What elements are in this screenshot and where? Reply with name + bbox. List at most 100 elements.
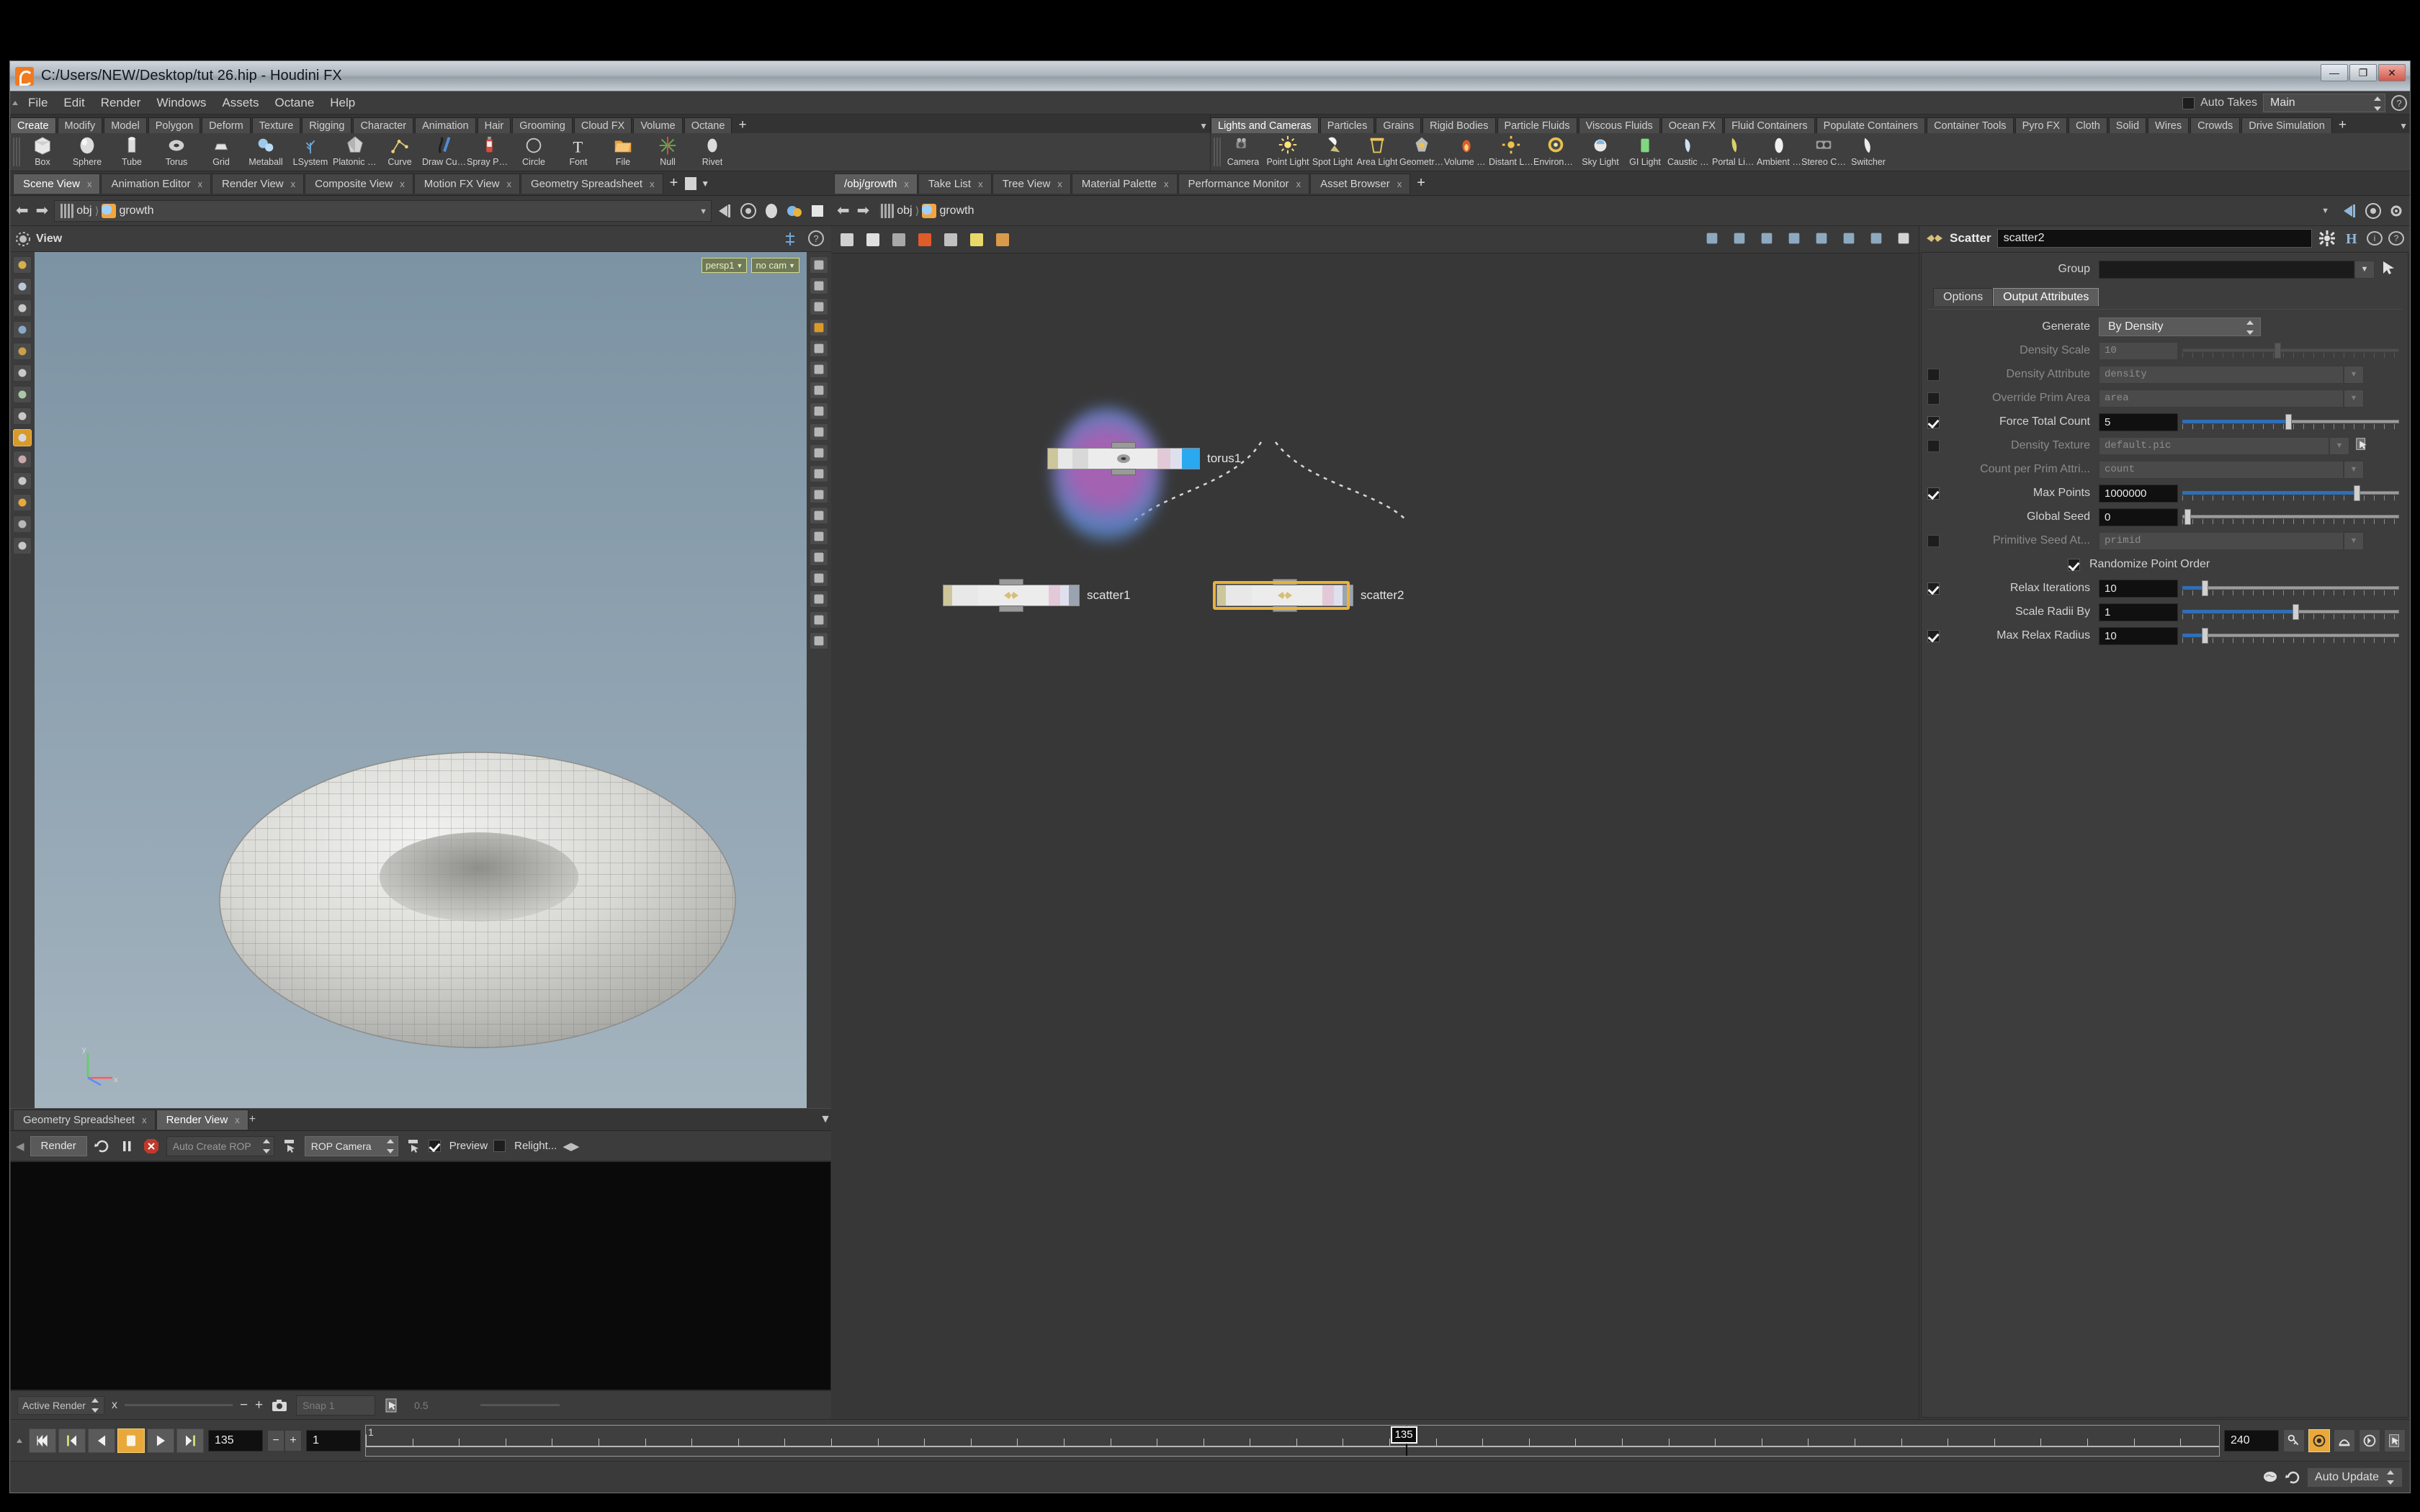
handle-tool-icon[interactable] bbox=[13, 278, 32, 295]
network-tree-icon[interactable] bbox=[838, 231, 856, 248]
measure-tool-icon[interactable] bbox=[13, 516, 32, 533]
tab-render-view[interactable]: Render View x bbox=[212, 173, 305, 194]
previous-keyframe-button[interactable] bbox=[58, 1428, 86, 1453]
group-field[interactable] bbox=[2099, 260, 2354, 279]
spinner-icon[interactable] bbox=[262, 1138, 271, 1153]
dropdown-densitytexture[interactable]: ▼ bbox=[2329, 436, 2349, 455]
slider-maxrelaxradius[interactable] bbox=[2182, 627, 2402, 645]
shelf-tab-character[interactable]: Character bbox=[353, 117, 414, 133]
shelf-item-curve[interactable]: Curve bbox=[377, 134, 422, 170]
edit-tool-icon[interactable] bbox=[13, 408, 32, 425]
group-dropdown-icon[interactable]: ▼ bbox=[2354, 260, 2375, 279]
view-tool-icon[interactable] bbox=[13, 300, 32, 317]
spinner-icon[interactable] bbox=[2386, 1470, 2395, 1485]
snap-top-icon[interactable] bbox=[1786, 230, 1803, 248]
tab-close-icon[interactable]: x bbox=[87, 179, 92, 189]
display-flag-icon[interactable] bbox=[762, 202, 781, 220]
current-frame-field[interactable]: 135 bbox=[208, 1429, 263, 1452]
render-button[interactable]: Render bbox=[30, 1135, 87, 1156]
shelf-item-caustic-light[interactable]: Caustic Light bbox=[1667, 134, 1712, 170]
file-browser-icon[interactable] bbox=[2354, 436, 2371, 456]
frame-decrement-button[interactable]: − bbox=[267, 1429, 284, 1452]
material-icon[interactable] bbox=[785, 202, 804, 220]
tab-asset-browser[interactable]: Asset Browser x bbox=[1310, 173, 1411, 194]
shelf-item-environmen[interactable]: Environmen... bbox=[1533, 134, 1578, 170]
sticky-note-icon[interactable] bbox=[968, 231, 985, 248]
tab-close-icon[interactable]: x bbox=[1397, 179, 1402, 189]
snap-left-icon[interactable] bbox=[1759, 230, 1776, 248]
camera-lock-icon[interactable] bbox=[810, 298, 828, 315]
jump-to-start-button[interactable] bbox=[29, 1428, 56, 1453]
auto-takes-checkbox[interactable] bbox=[2182, 96, 2195, 109]
checkbox-densityattrib[interactable] bbox=[1927, 368, 1940, 381]
maximize-button[interactable]: ❐ bbox=[2349, 64, 2377, 81]
scale-tool-icon[interactable] bbox=[13, 364, 32, 382]
menu-file[interactable]: File bbox=[20, 91, 55, 114]
dropdown-densityattrib[interactable]: ▼ bbox=[2344, 365, 2364, 384]
checkbox-primseedattrib[interactable] bbox=[1927, 534, 1940, 547]
shelf-tab-hair[interactable]: Hair bbox=[477, 117, 511, 133]
play-stop-button[interactable] bbox=[117, 1428, 145, 1453]
relight-checkbox[interactable] bbox=[493, 1140, 506, 1152]
relight-toggle[interactable]: Relight... bbox=[493, 1140, 557, 1152]
exposure-slider[interactable] bbox=[124, 1404, 233, 1406]
add-shelf-tab-button[interactable]: + bbox=[733, 117, 751, 133]
list-layout-icon[interactable] bbox=[864, 231, 882, 248]
menu-windows[interactable]: Windows bbox=[148, 91, 214, 114]
menu-generate[interactable]: By Density bbox=[2099, 318, 2261, 336]
lock-icon[interactable] bbox=[810, 277, 828, 294]
align-vertical-icon[interactable] bbox=[1704, 230, 1721, 248]
shelf-item-box[interactable]: Box bbox=[20, 134, 65, 170]
dropdown-primseedattrib[interactable]: ▼ bbox=[2344, 531, 2364, 550]
play-forward-button[interactable] bbox=[147, 1428, 174, 1453]
shelf-item-grid[interactable]: Grid bbox=[199, 134, 243, 170]
checkbox-randomizeorder[interactable] bbox=[2068, 558, 2080, 571]
node-scatter1[interactable]: scatter1 bbox=[943, 579, 1130, 612]
slider-handle[interactable] bbox=[2285, 413, 2293, 430]
render-view-canvas[interactable] bbox=[10, 1161, 831, 1390]
frame-increment-button[interactable]: + bbox=[284, 1429, 302, 1452]
tab-close-icon[interactable]: x bbox=[650, 179, 655, 189]
shelf-tab-particles[interactable]: Particles bbox=[1319, 117, 1375, 133]
slider-handle[interactable] bbox=[2202, 580, 2209, 596]
playhead-frame-label[interactable]: 135 bbox=[1390, 1426, 1417, 1444]
shelf-tab-crowds[interactable]: Crowds bbox=[2190, 117, 2241, 133]
checkbox-maxpoints[interactable] bbox=[1927, 487, 1940, 500]
timeline-ruler[interactable]: 1 135 bbox=[365, 1424, 2220, 1457]
forward-arrow-icon[interactable]: ➡ bbox=[856, 202, 871, 220]
slider-handle[interactable] bbox=[2292, 603, 2299, 620]
group-tool-icon[interactable] bbox=[13, 472, 32, 490]
tab-close-icon[interactable]: x bbox=[904, 179, 909, 189]
grid-icon[interactable] bbox=[1841, 230, 1858, 248]
snapshot-camera-icon[interactable] bbox=[270, 1396, 289, 1415]
update-mode-selector[interactable]: Auto Update bbox=[2307, 1467, 2403, 1488]
particle-icon[interactable] bbox=[810, 507, 828, 524]
color-palette-icon[interactable] bbox=[916, 231, 933, 248]
dropdown-overrideprimarea[interactable]: ▼ bbox=[2344, 389, 2364, 408]
grid-snap-icon[interactable] bbox=[1814, 230, 1831, 248]
active-render-selector[interactable]: Active Render bbox=[17, 1395, 104, 1415]
key-icon[interactable] bbox=[2283, 1428, 2305, 1452]
tab-close-icon[interactable]: x bbox=[142, 1115, 147, 1125]
shelf-tab-texture[interactable]: Texture bbox=[251, 117, 301, 133]
shelf-item-spray-paint[interactable]: Spray Paint bbox=[467, 134, 511, 170]
inline-randomizeorder-toggle[interactable]: Randomize Point Order bbox=[2068, 558, 2210, 571]
field-overrideprimarea[interactable]: area bbox=[2099, 389, 2344, 408]
network-pin-icon[interactable] bbox=[2341, 202, 2360, 220]
scroll-icon[interactable] bbox=[810, 632, 828, 649]
slider-scaleradiiby[interactable] bbox=[2182, 603, 2402, 621]
tab-close-icon[interactable]: x bbox=[1296, 179, 1301, 189]
align-horizontal-icon[interactable] bbox=[1731, 230, 1749, 248]
shelf-tab-animation[interactable]: Animation bbox=[415, 117, 476, 133]
arrow-pointer-icon[interactable] bbox=[2380, 260, 2396, 279]
prim-icon[interactable] bbox=[810, 549, 828, 566]
soft-tool-icon[interactable] bbox=[13, 386, 32, 403]
rop-mode-field[interactable]: Auto Create ROP bbox=[166, 1135, 274, 1156]
tab-close-icon[interactable]: x bbox=[978, 179, 983, 189]
back-arrow-icon[interactable]: ⬅ bbox=[14, 202, 30, 220]
shelf-item-distant-light[interactable]: Distant Light bbox=[1489, 134, 1533, 170]
shelf-tab-model[interactable]: Model bbox=[104, 117, 147, 133]
viewport-layout-icon[interactable] bbox=[782, 231, 798, 251]
subnet-icon[interactable] bbox=[942, 231, 959, 248]
field-scaleradiiby[interactable]: 1 bbox=[2099, 603, 2178, 621]
